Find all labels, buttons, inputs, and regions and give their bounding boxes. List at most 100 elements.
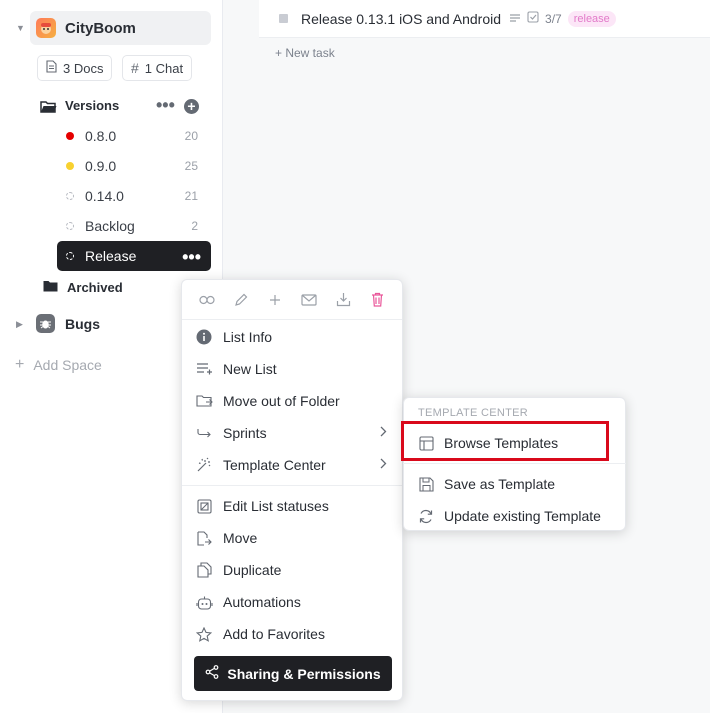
list-label: 0.14.0 bbox=[85, 188, 124, 204]
folder-versions-label: Versions bbox=[65, 98, 120, 113]
menu-sprints[interactable]: Sprints bbox=[195, 419, 391, 447]
menu-automations[interactable]: Automations bbox=[195, 588, 391, 616]
list-item-release[interactable]: Release ••• bbox=[57, 241, 211, 271]
menu-label: New List bbox=[223, 361, 277, 377]
plus-icon[interactable] bbox=[266, 291, 284, 309]
status-dot bbox=[66, 192, 74, 200]
chat-chip[interactable]: # 1 Chat bbox=[122, 55, 193, 81]
menu-label: Sprints bbox=[223, 425, 267, 441]
chevron-right-icon bbox=[380, 426, 387, 440]
sharing-permissions-label: Sharing & Permissions bbox=[227, 665, 381, 682]
magic-wand-icon bbox=[195, 456, 213, 474]
list-count: 25 bbox=[184, 159, 198, 173]
status-dot bbox=[66, 132, 74, 140]
folder-out-icon bbox=[195, 392, 213, 410]
space-bugs[interactable]: Bugs bbox=[36, 314, 100, 333]
list-label: 0.9.0 bbox=[85, 158, 117, 174]
space-cityboom[interactable]: CityBoom bbox=[30, 11, 211, 45]
trash-icon[interactable] bbox=[368, 291, 386, 309]
chevron-right-icon bbox=[380, 458, 387, 472]
menu-label: Edit List statuses bbox=[223, 498, 329, 514]
menu-move-out-of-folder[interactable]: Move out of Folder bbox=[195, 387, 391, 415]
add-space-button[interactable]: + Add Space bbox=[15, 356, 102, 374]
email-icon[interactable] bbox=[300, 291, 318, 309]
menu-label: Add to Favorites bbox=[223, 626, 325, 642]
sprint-icon bbox=[195, 424, 213, 442]
doc-icon bbox=[46, 60, 57, 76]
task-name[interactable]: Release 0.13.1 iOS and Android bbox=[301, 11, 501, 27]
status-dot bbox=[66, 222, 74, 230]
submenu-label: Save as Template bbox=[444, 476, 556, 492]
menu-label: Duplicate bbox=[223, 562, 282, 578]
pencil-icon[interactable] bbox=[232, 291, 250, 309]
sharing-permissions-button[interactable]: Sharing & Permissions bbox=[194, 656, 392, 691]
duplicate-icon bbox=[195, 561, 213, 579]
menu-move[interactable]: Move bbox=[195, 524, 391, 552]
status-dot bbox=[66, 252, 74, 260]
docs-chip[interactable]: 3 Docs bbox=[37, 55, 113, 81]
folder-closed-icon bbox=[43, 280, 58, 295]
list-label: Backlog bbox=[85, 218, 135, 234]
list-count: 21 bbox=[184, 189, 198, 203]
star-icon bbox=[195, 625, 213, 643]
list-label: 0.8.0 bbox=[85, 128, 117, 144]
submenu-label: Update existing Template bbox=[444, 508, 601, 524]
info-icon bbox=[195, 328, 213, 346]
list-count: 20 bbox=[184, 129, 198, 143]
chat-chip-label: 1 Chat bbox=[144, 60, 184, 76]
list-item-0-9-0[interactable]: 0.9.0 25 bbox=[57, 151, 211, 181]
tag-release[interactable]: release bbox=[567, 10, 616, 27]
menu-list-info[interactable]: List Info bbox=[195, 323, 391, 351]
bug-icon bbox=[36, 314, 55, 333]
space-avatar bbox=[36, 18, 56, 38]
task-status-square[interactable] bbox=[279, 14, 288, 23]
save-icon bbox=[417, 475, 435, 493]
list-item-0-8-0[interactable]: 0.8.0 20 bbox=[57, 121, 211, 151]
link-icon[interactable] bbox=[198, 291, 216, 309]
move-icon bbox=[195, 529, 213, 547]
submenu-update-existing-template[interactable]: Update existing Template bbox=[417, 502, 617, 530]
caret-down-icon[interactable]: ▼ bbox=[16, 23, 25, 33]
checklist-icon bbox=[527, 11, 539, 26]
folder-versions[interactable]: Versions bbox=[40, 98, 119, 113]
add-list-icon[interactable]: + bbox=[184, 99, 199, 114]
folder-archived[interactable]: Archived bbox=[43, 280, 123, 295]
menu-label: Template Center bbox=[223, 457, 326, 473]
checklist-count: 3/7 bbox=[545, 11, 562, 26]
menu-edit-list-statuses[interactable]: Edit List statuses bbox=[195, 492, 391, 520]
robot-icon bbox=[195, 593, 213, 611]
list-count: 2 bbox=[191, 219, 198, 233]
menu-label: Move out of Folder bbox=[223, 393, 340, 409]
menu-label: Move bbox=[223, 530, 258, 546]
status-dot bbox=[66, 162, 74, 170]
context-menu-toolbar bbox=[182, 280, 402, 320]
menu-duplicate[interactable]: Duplicate bbox=[195, 556, 391, 584]
submenu-save-as-template[interactable]: Save as Template bbox=[417, 470, 617, 498]
new-task-button[interactable]: + New task bbox=[275, 46, 335, 60]
list-context-menu: List Info New List Move out of Folder Sp… bbox=[181, 279, 403, 701]
menu-template-center[interactable]: Template Center bbox=[195, 451, 391, 479]
space-name: CityBoom bbox=[65, 19, 136, 37]
plus-icon: + bbox=[15, 356, 25, 373]
template-center-submenu: TEMPLATE CENTER Browse Templates Save as… bbox=[403, 397, 626, 531]
menu-label: Automations bbox=[223, 594, 301, 610]
menu-add-to-favorites[interactable]: Add to Favorites bbox=[195, 620, 391, 648]
refresh-icon bbox=[417, 507, 435, 525]
docs-chip-label: 3 Docs bbox=[63, 60, 104, 76]
import-icon[interactable] bbox=[334, 291, 352, 309]
list-item-backlog[interactable]: Backlog 2 bbox=[57, 211, 211, 241]
menu-label: List Info bbox=[223, 329, 273, 345]
new-list-icon bbox=[195, 360, 213, 378]
highlight-box bbox=[401, 421, 609, 461]
description-icon bbox=[509, 12, 521, 26]
folder-more-icon[interactable]: ••• bbox=[156, 96, 175, 114]
add-space-label: Add Space bbox=[33, 357, 102, 373]
submenu-heading: TEMPLATE CENTER bbox=[418, 407, 529, 419]
caret-right-icon[interactable]: ▶ bbox=[16, 319, 23, 330]
hash-icon: # bbox=[131, 60, 139, 76]
folder-archived-label: Archived bbox=[67, 280, 123, 295]
list-item-0-14-0[interactable]: 0.14.0 21 bbox=[57, 181, 211, 211]
task-row[interactable]: Release 0.13.1 iOS and Android 3/7 relea… bbox=[259, 0, 710, 38]
list-more-icon[interactable]: ••• bbox=[182, 248, 201, 266]
menu-new-list[interactable]: New List bbox=[195, 355, 391, 383]
